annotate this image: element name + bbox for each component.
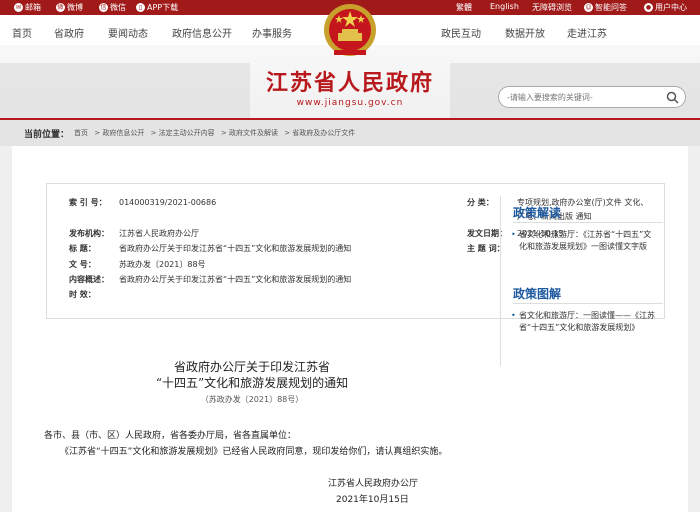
article-title-line1: 省政府办公厅关于印发江苏省 [173, 360, 330, 374]
meta-number: 文 号： 苏政办发〔2021〕88号 [69, 260, 206, 269]
breadcrumb-office-docs[interactable]: > 省政府及办公厅文件 [284, 129, 355, 137]
nav-info-disclosure[interactable]: 政府信息公开 [172, 25, 232, 40]
nav-home[interactable]: 首页 [12, 25, 32, 40]
meta-org: 发布机构： 江苏省人民政府办公厅 [69, 229, 199, 238]
trad-label: 繁體 [456, 3, 472, 12]
ai-qa-link[interactable]: ☺ 智能问答 [584, 2, 627, 13]
search-input[interactable] [507, 90, 652, 105]
accessibility-link[interactable]: 无障碍浏览 [532, 2, 572, 13]
policy-graphic-heading[interactable]: 政策图解 [513, 285, 561, 302]
article-doc-number: （苏政办发〔2021〕88号） [200, 395, 304, 404]
policy-sidebar: 政策解读 省文化和旅游厅：《江苏省“十四五”文化和旅游发展规划》一图读懂文字版 … [500, 196, 670, 366]
accessible-label: 无障碍浏览 [532, 3, 572, 12]
app-download-link[interactable]: ▯ APP下载 [136, 2, 178, 13]
weibo-icon: 微 [56, 3, 65, 12]
wechat-label: 微信 [110, 3, 126, 12]
nav-about-jiangsu[interactable]: 走进江苏 [567, 25, 607, 40]
nav-services[interactable]: 办事服务 [252, 25, 292, 40]
breadcrumb-path: 首页 > 政府信息公开 > 法定主动公开内容 > 政府文件及解读 > 省政府及办… [74, 128, 359, 138]
english-link[interactable]: English [490, 2, 519, 11]
nav-interaction[interactable]: 政民互动 [441, 25, 481, 40]
meta-title: 标 题： 省政府办公厅关于印发江苏省“十四五”文化和旅游发展规划的通知 [69, 244, 352, 253]
user-center-link[interactable]: ● 用户中心 [644, 2, 687, 13]
site-url: www.jiangsu.gov.cn [296, 98, 404, 108]
wechat-link[interactable]: 信微信 [99, 2, 126, 13]
app-icon: ▯ [136, 3, 145, 12]
user-icon: ● [644, 3, 653, 12]
article-paragraph: 《江苏省“十四五”文化和旅游发展规划》已经省人民政府同意，现印发给你们，请认真组… [60, 447, 448, 457]
site-brand[interactable]: 江苏省人民政府 www.jiangsu.gov.cn [255, 65, 445, 108]
nav-news[interactable]: 要闻动态 [108, 25, 148, 40]
app-label: APP下载 [147, 3, 179, 12]
meta-content: 内容概述： 省政府办公厅关于印发江苏省“十四五”文化和旅游发展规划的通知 [69, 275, 352, 284]
article-signature: 江苏省人民政府办公厅 [328, 479, 419, 489]
breadcrumb-home[interactable]: 首页 [74, 129, 88, 137]
breadcrumb-statutory[interactable]: > 法定主动公开内容 [151, 129, 215, 137]
robot-icon: ☺ [584, 3, 593, 12]
national-emblem [324, 4, 376, 56]
traditional-chinese-link[interactable]: 繁體 [456, 2, 472, 13]
english-label: English [490, 2, 519, 11]
article-recipients: 各市、县（市、区）人民政府，省各委办厅局，省各直属单位： [44, 431, 297, 441]
ai-label: 智能问答 [595, 3, 627, 12]
search-icon[interactable] [666, 91, 679, 104]
breadcrumb: 当前位置： 首页 > 政府信息公开 > 法定主动公开内容 > 政府文件及解读 >… [0, 118, 700, 146]
mail-label: 邮箱 [25, 3, 41, 12]
article-title-line2: “十四五”文化和旅游发展规划的通知 [155, 376, 349, 390]
policy-interpretation-link[interactable]: 省文化和旅游厅：《江苏省“十四五”文化和旅游发展规划》一图读懂文字版 [511, 229, 657, 253]
policy-interpretation-heading[interactable]: 政策解读 [513, 204, 561, 221]
policy-graphic-link[interactable]: 省文化和旅游厅：一图读懂——《江苏省“十四五”文化和旅游发展规划》 [511, 310, 657, 334]
meta-index: 索 引 号： 014000319/2021-00686 [69, 198, 217, 207]
breadcrumb-documents[interactable]: > 政府文件及解读 [221, 129, 278, 137]
breadcrumb-info-disclosure[interactable]: > 政府信息公开 [94, 129, 144, 137]
nav-province-government[interactable]: 省政府 [54, 25, 84, 40]
breadcrumb-label: 当前位置： [24, 130, 70, 140]
article-date: 2021年10月15日 [336, 495, 409, 505]
search-box [498, 86, 686, 108]
weibo-label: 微博 [67, 3, 83, 12]
weibo-link[interactable]: 微微博 [56, 2, 83, 13]
wechat-icon: 信 [99, 3, 108, 12]
mail-link[interactable]: ✉ 邮箱 [14, 2, 41, 13]
user-label: 用户中心 [655, 3, 687, 12]
nav-open-data[interactable]: 数据开放 [505, 25, 545, 40]
mail-icon: ✉ [14, 3, 23, 12]
site-title: 江苏省人民政府 [265, 70, 434, 96]
meta-validity: 时 效： [69, 290, 96, 299]
